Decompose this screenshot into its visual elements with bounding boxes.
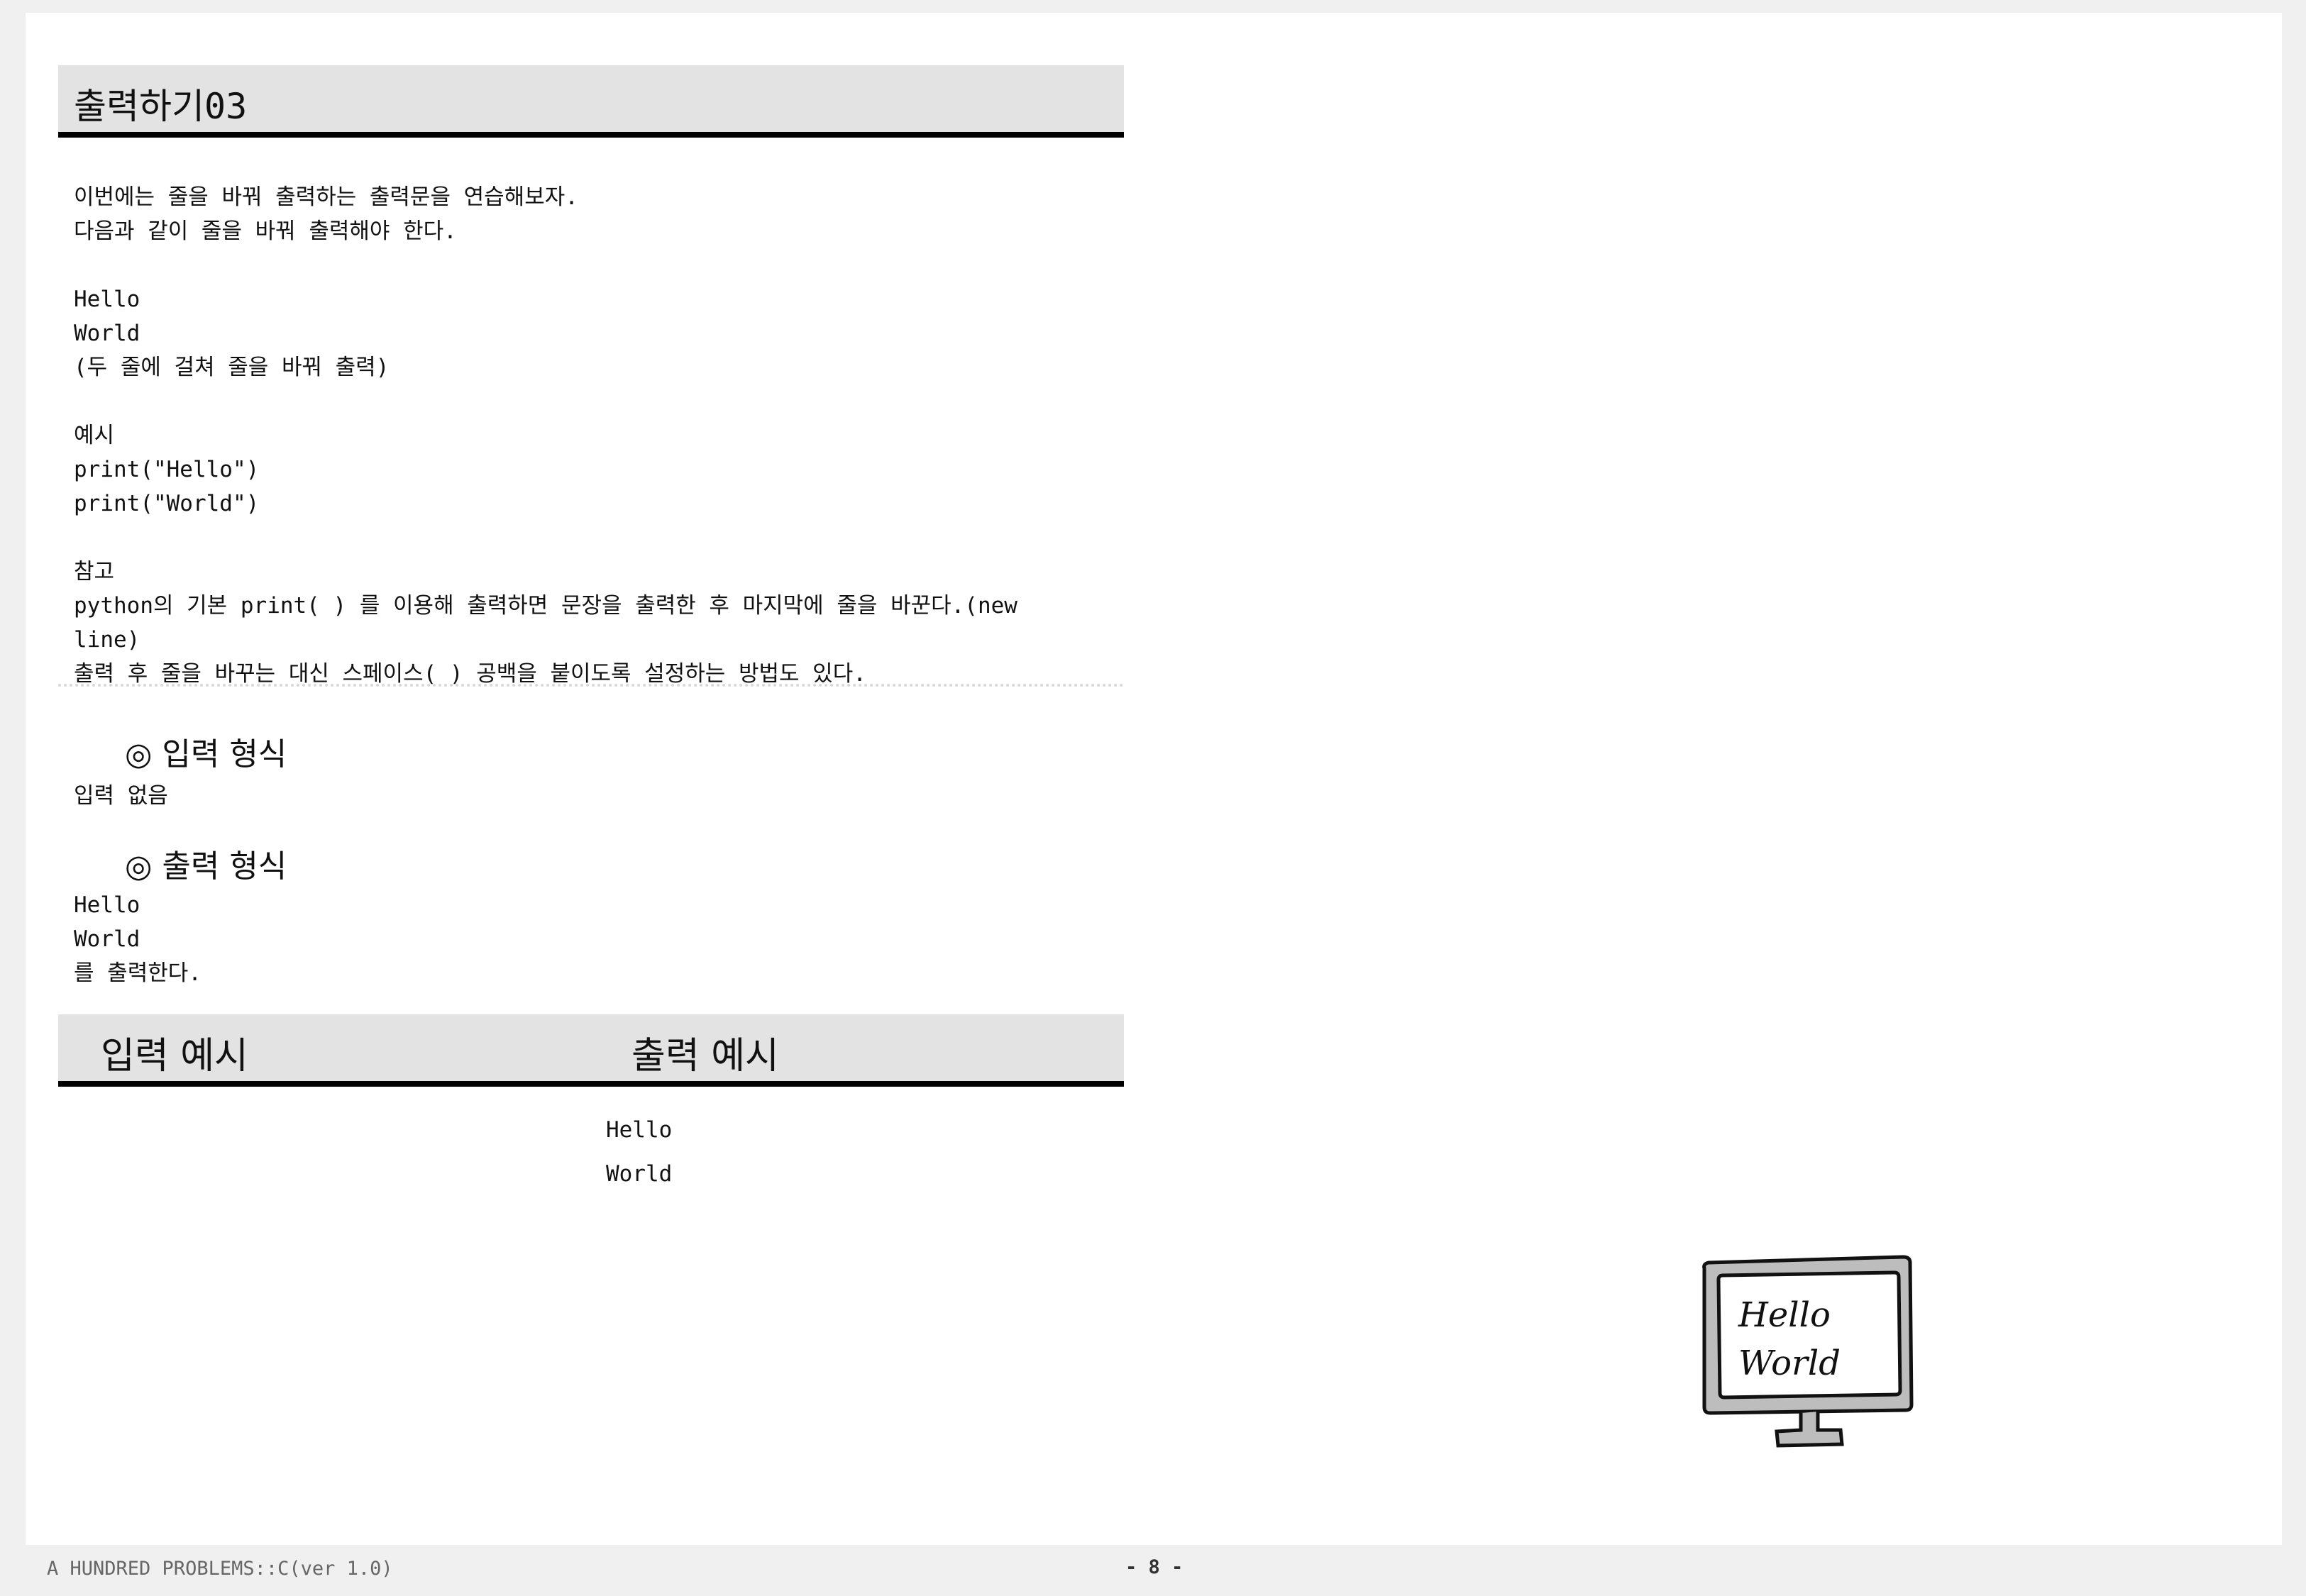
illustration-hello-text: Hello <box>1738 1295 1831 1335</box>
output-example-value: Hello World <box>606 1117 673 1187</box>
input-format-body: 입력 없음 <box>74 783 168 809</box>
examples-header: 입력 예시 출력 예시 <box>58 1014 1124 1087</box>
footer-book-title: A HUNDRED PROBLEMS::C(ver 1.0) <box>47 1558 393 1580</box>
output-format-heading: ◎ 출력 형식 <box>125 848 287 885</box>
monitor-illustration: Hello World <box>1697 1248 1924 1464</box>
input-format-heading: ◎ 입력 형식 <box>125 736 287 772</box>
output-format-body: Hello World 를 출력한다. <box>74 892 202 986</box>
section-divider <box>58 684 1124 687</box>
input-example-label: 입력 예시 <box>101 1035 248 1077</box>
page-number: - 8 - <box>1125 1556 1184 1578</box>
problem-title-bar: 출력하기03 <box>58 65 1124 138</box>
illustration-world-text: World <box>1738 1343 1841 1383</box>
problem-title: 출력하기03 <box>74 86 248 127</box>
problem-description: 이번에는 줄을 바꿔 출력하는 출력문을 연습해보자. 다음과 같이 줄을 바꿔… <box>74 184 1017 687</box>
monitor-icon: Hello World <box>1702 1255 1914 1448</box>
output-example-label: 출력 예시 <box>631 1035 779 1077</box>
